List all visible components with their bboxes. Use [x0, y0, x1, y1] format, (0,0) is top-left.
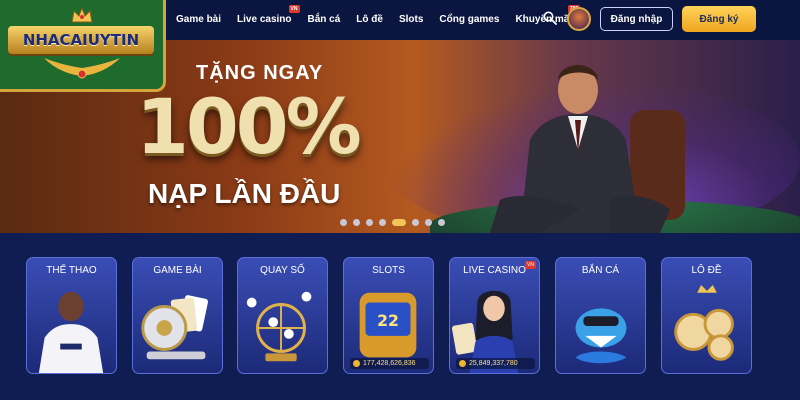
card-live-casino[interactable]: LIVE CASINO VN 25,849,337,780	[449, 257, 540, 374]
roulette-cards-icon	[141, 295, 209, 360]
nav-label: Game bài	[176, 13, 222, 25]
vn-badge: VN	[525, 261, 536, 269]
search-icon[interactable]	[543, 11, 557, 25]
card-quay-so[interactable]: QUAY SỐ	[237, 257, 328, 374]
jackpot-counter: 25,849,337,780	[456, 358, 535, 369]
coin-icon	[353, 360, 360, 367]
card-the-thao[interactable]: THỂ THAO	[26, 257, 117, 374]
lottery-drum-icon	[246, 291, 312, 362]
category-section: THỂ THAO GAME BÀI QUAY SỐ SLOTS 22 177,4…	[0, 233, 800, 400]
login-button[interactable]: Đăng nhập	[600, 7, 673, 31]
laurel-icon	[44, 58, 120, 79]
nav-label: Bắn cá	[307, 13, 341, 25]
card-title: GAME BÀI	[153, 265, 202, 276]
crown-icon	[71, 6, 93, 23]
svg-text:22: 22	[377, 311, 399, 330]
jackpot-value: 177,428,626,836	[363, 360, 416, 367]
carousel-dot-active[interactable]	[392, 219, 406, 226]
jackpot-counter: 177,428,626,836	[350, 358, 429, 369]
nav-item-cong-games[interactable]: Cổng games	[431, 14, 507, 25]
carousel-dots	[340, 219, 445, 226]
nav-item-game-bai[interactable]: Game bài	[168, 14, 229, 25]
logo-text: NHACAIUYTIN	[22, 31, 140, 49]
site-logo[interactable]: NHACAIUYTIN	[0, 0, 166, 92]
fish-shooter-icon	[575, 308, 627, 364]
promo-subline: NẠP LẦN ĐẦU	[148, 178, 341, 209]
carousel-dot[interactable]	[379, 219, 386, 226]
nav-label: Cổng games	[439, 13, 500, 25]
card-title: THỂ THAO	[46, 265, 97, 276]
main-nav: Game bài Live casino VN Bắn cá Lô đề Slot…	[168, 0, 581, 38]
lottery-balls-icon	[674, 284, 734, 361]
card-game-bai[interactable]: GAME BÀI	[132, 257, 223, 374]
carousel-dot[interactable]	[425, 219, 432, 226]
card-title: QUAY SỐ	[260, 265, 305, 276]
jackpot-value: 25,849,337,780	[469, 360, 518, 367]
carousel-dot[interactable]	[353, 219, 360, 226]
card-lo-de[interactable]: LÔ ĐỀ	[661, 257, 752, 374]
dealer-illustration	[490, 65, 685, 233]
register-button[interactable]: Đăng ký	[682, 6, 756, 32]
nav-item-live-casino[interactable]: Live casino VN	[229, 4, 300, 25]
nav-item-slots[interactable]: Slots	[391, 14, 431, 25]
nav-label: Live casino	[237, 13, 292, 25]
card-slots[interactable]: SLOTS 22 177,428,626,836	[343, 257, 434, 374]
card-title: BẮN CÁ	[581, 265, 620, 276]
app-avatar-icon[interactable]	[567, 7, 591, 31]
nav-label: Slots	[398, 13, 424, 25]
carousel-dot[interactable]	[412, 219, 419, 226]
promo-percentage: 100%	[136, 82, 362, 171]
carousel-dot[interactable]	[340, 219, 347, 226]
card-title: LÔ ĐỀ	[691, 265, 722, 276]
card-title: SLOTS	[372, 265, 405, 276]
nav-item-lo-de[interactable]: Lô đề	[348, 14, 391, 25]
logo-plate: NHACAIUYTIN	[8, 26, 154, 54]
vn-badge: VN	[288, 4, 300, 13]
coin-icon	[459, 360, 466, 367]
card-ban-ca[interactable]: BẮN CÁ	[555, 257, 646, 374]
carousel-dot[interactable]	[438, 219, 445, 226]
carousel-dot[interactable]	[366, 219, 373, 226]
football-player-icon	[38, 291, 104, 373]
nav-label: Lô đề	[356, 13, 383, 25]
nav-item-ban-ca[interactable]: Bắn cá	[300, 14, 349, 25]
